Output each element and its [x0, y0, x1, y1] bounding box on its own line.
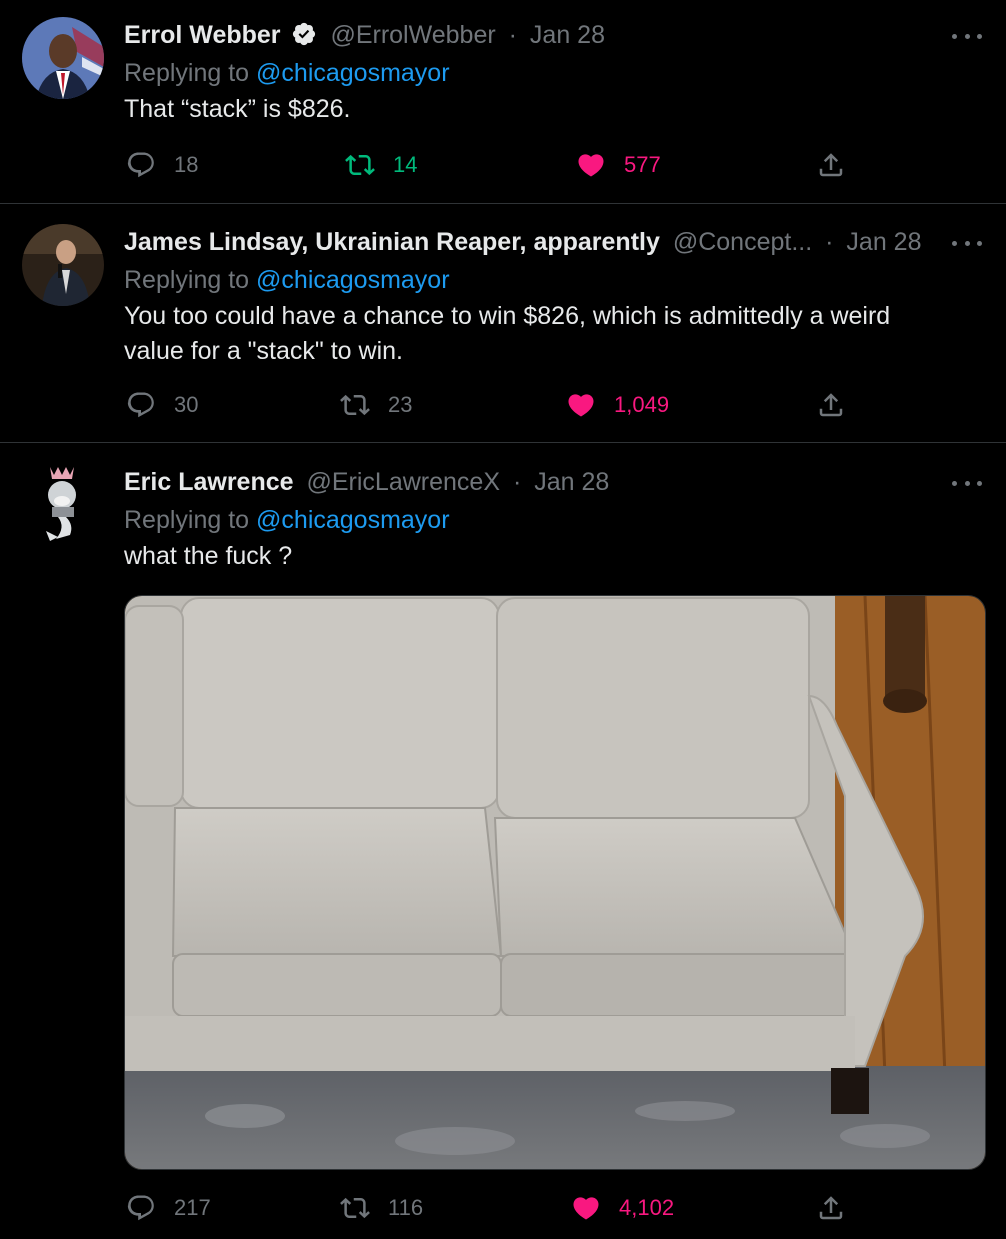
share-button[interactable] [816, 145, 846, 185]
avatar[interactable] [22, 461, 104, 543]
reply-icon [127, 152, 154, 178]
tweet-text: That “stack” is $826. [124, 95, 351, 123]
timestamp[interactable]: Jan 28 [846, 228, 921, 256]
tweet-header: James Lindsay, Ukrainian Reaper, apparen… [124, 228, 922, 256]
tweet-media-photo[interactable] [124, 595, 986, 1170]
tweet-actions: 30 23 1,049 [0, 385, 1006, 425]
retweet-button[interactable]: 116 [340, 1188, 423, 1228]
retweet-icon [340, 394, 370, 416]
tweet-actions: 18 14 577 [0, 145, 1006, 185]
reply-icon [127, 392, 154, 418]
like-icon [568, 394, 594, 417]
tweet-james-lindsay[interactable]: James Lindsay, Ukrainian Reaper, apparen… [0, 204, 1006, 442]
timestamp[interactable]: Jan 28 [534, 468, 609, 496]
retweet-icon [345, 154, 375, 176]
replying-to-link[interactable]: @chicagosmayor [256, 506, 450, 534]
share-button[interactable] [816, 385, 846, 425]
like-button[interactable]: 1,049 [566, 385, 669, 425]
share-button[interactable] [816, 1188, 846, 1228]
reply-button[interactable]: 217 [126, 1188, 211, 1228]
tweet-header: Errol Webber @ErrolWebber · Jan 28 [124, 21, 605, 49]
replying-to: Replying to @chicagosmayor [124, 59, 450, 87]
handle[interactable]: @ErrolWebber [330, 21, 495, 49]
like-button[interactable]: 4,102 [571, 1188, 674, 1228]
like-icon [578, 154, 604, 177]
tweet-text-line: You too could have a chance to win $826,… [124, 302, 891, 330]
reply-icon [127, 1195, 154, 1221]
verified-badge-icon [293, 22, 316, 46]
like-button[interactable]: 577 [576, 145, 661, 185]
avatar[interactable] [22, 17, 104, 99]
tweet-header: Eric Lawrence @EricLawrenceX · Jan 28 [124, 468, 610, 496]
tweet-text-line: value for a "stack" to win. [124, 337, 403, 365]
replying-to-link[interactable]: @chicagosmayor [256, 59, 450, 87]
like-icon [573, 1197, 599, 1220]
more-icon[interactable] [952, 26, 982, 46]
reply-button[interactable]: 30 [126, 385, 198, 425]
tweet-actions: 217 116 4,102 [0, 1188, 1006, 1228]
display-name[interactable]: James Lindsay, Ukrainian Reaper, apparen… [124, 228, 660, 256]
retweet-button[interactable]: 23 [340, 385, 412, 425]
couch-photo [125, 596, 985, 1169]
tweet-text: what the fuck ? [124, 542, 293, 570]
retweet-button[interactable]: 14 [345, 145, 417, 185]
handle[interactable]: @EricLawrenceX [306, 468, 500, 496]
replying-to-link[interactable]: @chicagosmayor [256, 266, 450, 294]
timestamp[interactable]: Jan 28 [530, 21, 605, 49]
more-icon[interactable] [952, 473, 982, 493]
retweet-icon [340, 1197, 370, 1219]
tweet-errol-webber[interactable]: Errol Webber @ErrolWebber · Jan 28 Reply… [0, 0, 1006, 203]
more-icon[interactable] [952, 233, 982, 253]
replying-to: Replying to @chicagosmayor [124, 506, 450, 534]
share-icon [819, 153, 843, 177]
display-name[interactable]: Eric Lawrence [124, 468, 294, 496]
tweet-text: You too could have a chance to win $826,… [124, 299, 954, 369]
display-name[interactable]: Errol Webber [124, 21, 281, 49]
share-icon [819, 393, 843, 417]
replying-to: Replying to @chicagosmayor [124, 266, 450, 294]
handle[interactable]: @Concept... [673, 228, 812, 256]
avatar[interactable] [22, 224, 104, 306]
reply-button[interactable]: 18 [126, 145, 198, 185]
share-icon [819, 1196, 843, 1220]
